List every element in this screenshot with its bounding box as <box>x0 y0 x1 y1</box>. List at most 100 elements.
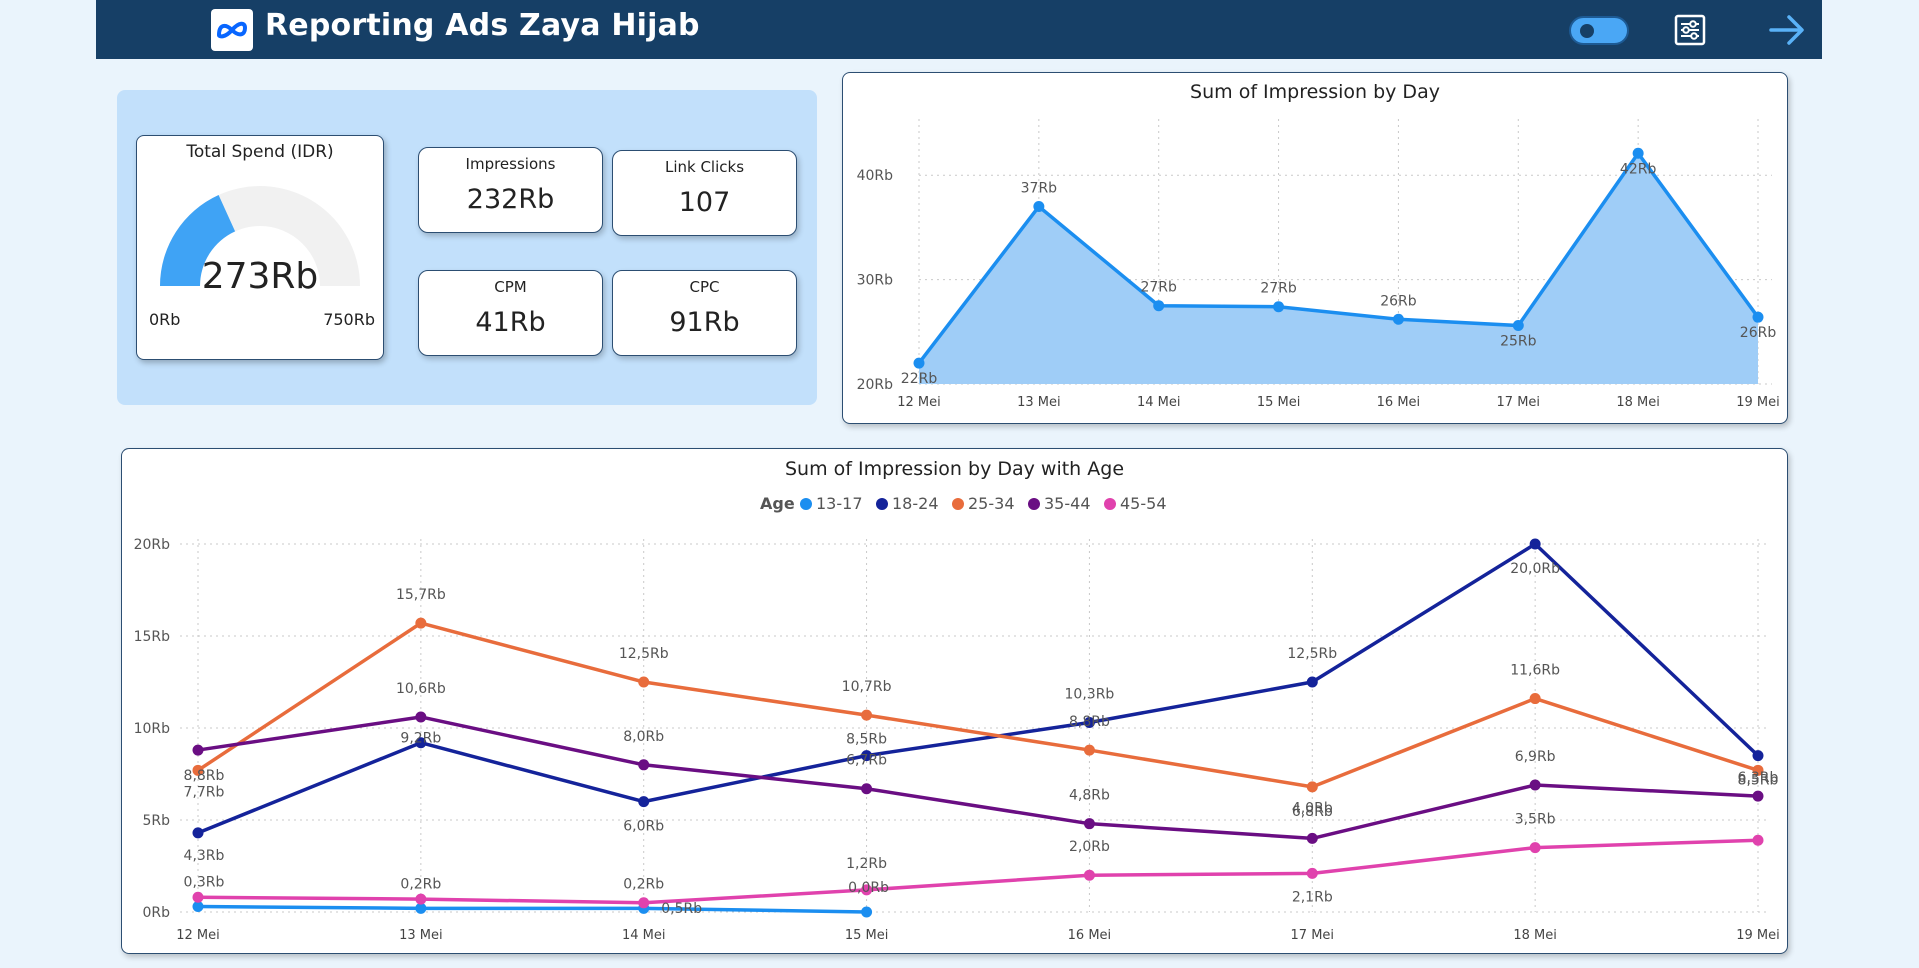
data-label: 8,5Rb <box>846 732 887 748</box>
x-tick-label: 16 Mei <box>1377 395 1421 410</box>
area-point[interactable] <box>1512 320 1524 332</box>
series-point[interactable] <box>638 897 650 909</box>
series-point[interactable] <box>1752 834 1764 846</box>
header-bar: Reporting Ads Zaya Hijab <box>96 0 1822 59</box>
area-point[interactable] <box>913 357 925 369</box>
legend-marker[interactable] <box>1028 498 1040 510</box>
series-line <box>197 838 1759 905</box>
series-point[interactable] <box>415 893 427 905</box>
data-label: 8,8Rb <box>184 768 225 784</box>
data-label: 0,5Rb <box>661 901 702 917</box>
data-label: 6,0Rb <box>623 819 664 835</box>
legend-label[interactable]: 25-34 <box>968 494 1015 513</box>
series-point[interactable] <box>415 711 427 723</box>
link-clicks-label: Link Clicks <box>664 158 745 176</box>
y-tick-label: 20Rb <box>134 537 171 553</box>
series-point[interactable] <box>1083 744 1095 756</box>
series-point[interactable] <box>1529 693 1541 705</box>
series-point[interactable] <box>638 759 650 771</box>
data-label: 20,0Rb <box>1510 561 1560 577</box>
area-point[interactable] <box>1273 301 1285 313</box>
series-point[interactable] <box>861 906 873 918</box>
legend-marker[interactable] <box>800 498 812 510</box>
legend-label[interactable]: 13-17 <box>816 494 863 513</box>
series-point[interactable] <box>1529 779 1541 791</box>
toggle-switch-icon[interactable] <box>1569 16 1629 45</box>
series-point[interactable] <box>1306 676 1318 688</box>
series-point[interactable] <box>861 783 873 795</box>
data-label: 3,5Rb <box>1515 812 1556 828</box>
app-title: Reporting Ads Zaya Hijab <box>265 8 700 43</box>
data-label: 15,7Rb <box>396 587 446 603</box>
series-point[interactable] <box>192 827 204 839</box>
data-label: 0,2Rb <box>623 876 664 892</box>
data-label: 0,0Rb <box>848 880 889 896</box>
series-point[interactable] <box>1083 818 1095 830</box>
area-point[interactable] <box>1033 201 1045 213</box>
link-clicks-value: 107 <box>678 187 731 218</box>
sliders-icon[interactable] <box>1673 13 1707 47</box>
impressions-value: 232Rb <box>466 184 555 215</box>
series-point[interactable] <box>1752 790 1764 802</box>
legend-marker[interactable] <box>952 498 964 510</box>
series-point[interactable] <box>638 676 650 688</box>
series-point[interactable] <box>192 891 204 903</box>
legend-marker[interactable] <box>876 498 888 510</box>
data-label: 26Rb <box>1380 293 1417 309</box>
data-label: 22Rb <box>901 371 938 387</box>
data-label: 26Rb <box>1740 325 1777 341</box>
series-point[interactable] <box>192 744 204 756</box>
series-point[interactable] <box>1306 781 1318 793</box>
x-tick-label: 13 Mei <box>399 928 443 943</box>
legend-label[interactable]: 45-54 <box>1120 494 1167 513</box>
series-line <box>197 904 867 914</box>
series-point[interactable] <box>1083 869 1095 881</box>
impressions-label: Impressions <box>465 155 556 173</box>
data-label: 8,0Rb <box>623 729 664 745</box>
x-tick-label: 16 Mei <box>1068 928 1112 943</box>
link-clicks-card: Link Clicks 107 <box>612 150 797 236</box>
data-label: 0,2Rb <box>400 876 441 892</box>
data-label: 2,1Rb <box>1292 889 1333 905</box>
area-point[interactable] <box>1392 313 1404 325</box>
series-point[interactable] <box>861 709 873 721</box>
y-tick-label: 10Rb <box>134 721 171 737</box>
impression-by-age-card: Sum of Impression by Day with Age 0Rb 5Rb… <box>121 448 1788 954</box>
y-tick-label: 40Rb <box>857 168 894 184</box>
cpm-card: CPM 41Rb <box>418 270 603 356</box>
data-label: 12,5Rb <box>619 646 669 662</box>
gauge-max-label: 750Rb <box>323 310 375 329</box>
series-point[interactable] <box>1752 750 1764 762</box>
series-point[interactable] <box>1306 867 1318 879</box>
impressions-card: Impressions 232Rb <box>418 147 603 233</box>
legend-label[interactable]: 35-44 <box>1044 494 1091 513</box>
x-tick-label: 19 Mei <box>1736 395 1780 410</box>
data-label: 42Rb <box>1620 161 1657 177</box>
y-tick-label: 5Rb <box>142 813 170 829</box>
impression-by-age-chart: 0Rb 5Rb 10Rb 15Rb 20Rb 12 Mei 13 Mei 14 Mei 15 M… <box>134 494 1780 943</box>
area-point[interactable] <box>1153 300 1165 312</box>
x-tick-label: 17 Mei <box>1291 928 1335 943</box>
series-point[interactable] <box>1306 832 1318 844</box>
data-label: 1,2Rb <box>846 856 887 872</box>
y-tick-label: 0Rb <box>142 905 170 921</box>
cpc-card: CPC 91Rb <box>612 270 797 356</box>
x-tick-label: 17 Mei <box>1497 395 1541 410</box>
series-point[interactable] <box>1529 842 1541 854</box>
total-spend-gauge-card: Total Spend (IDR) 273Rb 0Rb 750Rb <box>136 135 384 360</box>
area-point[interactable] <box>1632 147 1644 159</box>
cpm-label: CPM <box>494 278 527 296</box>
series-point[interactable] <box>1529 538 1541 550</box>
data-label: 7,7Rb <box>184 784 225 800</box>
series-point[interactable] <box>638 796 650 808</box>
legend-marker[interactable] <box>1104 498 1116 510</box>
data-label: 4,8Rb <box>1069 788 1110 804</box>
area-point[interactable] <box>1752 311 1764 323</box>
arrow-right-icon[interactable] <box>1768 11 1806 49</box>
data-label: 25Rb <box>1500 334 1537 350</box>
x-tick-label: 13 Mei <box>1017 395 1061 410</box>
series-point[interactable] <box>415 617 427 629</box>
legend-label[interactable]: 18-24 <box>892 494 939 513</box>
x-tick-label: 15 Mei <box>845 928 889 943</box>
gauge-title: Total Spend (IDR) <box>186 142 334 162</box>
